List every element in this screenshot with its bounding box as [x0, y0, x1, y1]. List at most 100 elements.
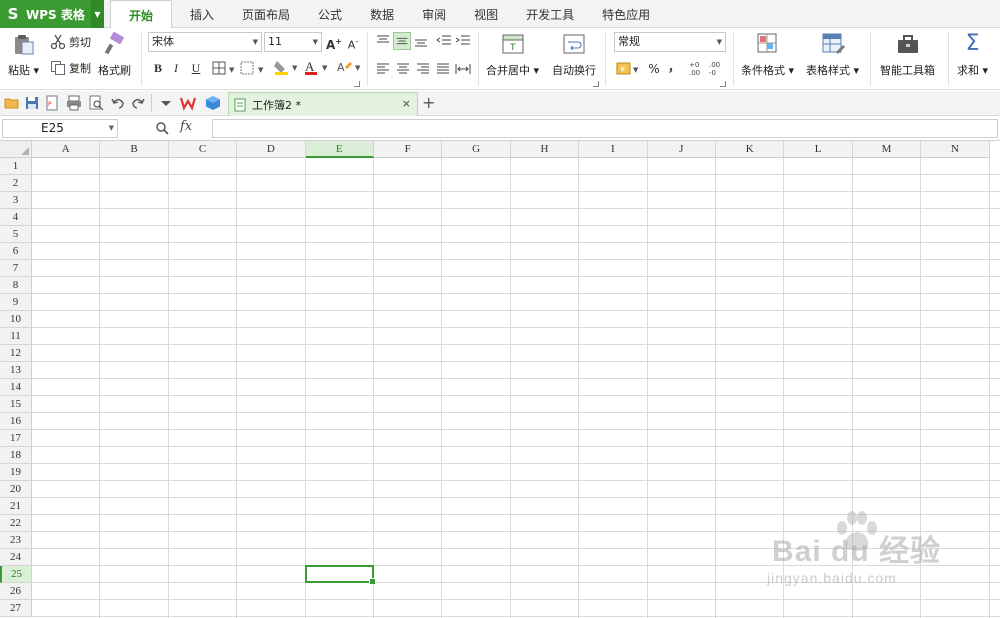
- increase-indent-icon[interactable]: [455, 34, 471, 48]
- row-header[interactable]: 2: [0, 175, 32, 192]
- currency-icon[interactable]: ¥ ▼: [616, 60, 642, 78]
- format-painter-button[interactable]: 格式刷: [98, 32, 131, 78]
- document-tab[interactable]: 工作簿2 * ×: [228, 92, 418, 116]
- column-header[interactable]: I: [579, 141, 648, 158]
- column-header[interactable]: A: [32, 141, 101, 158]
- decrease-indent-icon[interactable]: [436, 34, 452, 48]
- paste-button[interactable]: 粘贴 ▾: [8, 32, 39, 78]
- cell-fill-pattern-icon[interactable]: ▼: [240, 61, 266, 75]
- table-style-button[interactable]: 表格样式 ▾: [806, 32, 859, 78]
- bold-button[interactable]: B: [150, 60, 166, 76]
- align-bottom-icon[interactable]: [413, 34, 429, 48]
- name-box[interactable]: E25 ▼: [2, 119, 118, 138]
- cloud-cube-icon[interactable]: [205, 95, 221, 111]
- row-header[interactable]: 8: [0, 277, 32, 294]
- row-header[interactable]: 20: [0, 481, 32, 498]
- app-menu-button[interactable]: S WPS 表格 ▼: [0, 0, 104, 28]
- column-header[interactable]: J: [647, 141, 716, 158]
- menu-tab[interactable]: 页面布局: [232, 0, 300, 28]
- font-size-select[interactable]: 11 ▼: [264, 32, 322, 52]
- font-dialog-launcher-icon[interactable]: [354, 81, 360, 87]
- sum-button[interactable]: Σ 求和 ▾: [957, 32, 988, 78]
- column-header[interactable]: N: [921, 141, 990, 158]
- font-shrink-button[interactable]: A-: [345, 34, 361, 52]
- row-header[interactable]: 24: [0, 549, 32, 566]
- align-middle-icon[interactable]: [393, 32, 411, 50]
- open-folder-icon[interactable]: [4, 95, 20, 111]
- redo-icon[interactable]: [130, 95, 146, 111]
- row-header[interactable]: 23: [0, 532, 32, 549]
- chevron-down-icon[interactable]: ▼: [109, 120, 114, 137]
- row-header[interactable]: 27: [0, 600, 32, 617]
- align-left-icon[interactable]: [375, 62, 391, 76]
- number-format-select[interactable]: 常规 ▼: [614, 32, 726, 52]
- merge-center-button[interactable]: T 合并居中 ▾: [486, 32, 539, 78]
- menu-tab[interactable]: 审阅: [412, 0, 456, 28]
- conditional-format-button[interactable]: 条件格式 ▾: [741, 32, 794, 78]
- column-header[interactable]: K: [716, 141, 785, 158]
- increase-decimal-icon[interactable]: +0.00: [688, 59, 706, 77]
- percent-button[interactable]: %: [646, 61, 662, 77]
- spreadsheet-grid[interactable]: A B C D E F G H I J K L M N 1 2 3 4 5 6 7 8 9 10 11 12 13 14 15 16 17 1…: [0, 141, 1000, 618]
- comma-button[interactable]: ，: [666, 59, 682, 75]
- row-header[interactable]: 12: [0, 345, 32, 362]
- fill-color-icon[interactable]: ▼: [274, 59, 300, 76]
- clear-format-icon[interactable]: A ▼: [336, 59, 362, 76]
- close-tab-icon[interactable]: ×: [402, 97, 411, 110]
- alignment-dialog-launcher-icon[interactable]: [593, 81, 599, 87]
- row-header[interactable]: 4: [0, 209, 32, 226]
- row-header[interactable]: 3: [0, 192, 32, 209]
- column-header[interactable]: F: [374, 141, 443, 158]
- decrease-decimal-icon[interactable]: .00-0: [708, 59, 726, 77]
- align-right-icon[interactable]: [415, 62, 431, 76]
- print-icon[interactable]: [66, 95, 82, 111]
- column-header[interactable]: C: [168, 141, 238, 158]
- save-icon[interactable]: [24, 95, 40, 111]
- wrap-text-button[interactable]: 自动换行: [552, 32, 596, 78]
- number-dialog-launcher-icon[interactable]: [720, 81, 726, 87]
- new-tab-button[interactable]: +: [422, 93, 435, 112]
- zoom-search-icon[interactable]: [155, 121, 169, 135]
- menu-tab[interactable]: 开发工具: [516, 0, 584, 28]
- undo-icon[interactable]: [110, 95, 126, 111]
- font-grow-button[interactable]: A+: [326, 34, 342, 52]
- row-header[interactable]: 9: [0, 294, 32, 311]
- row-header[interactable]: 6: [0, 243, 32, 260]
- smart-toolbox-button[interactable]: 智能工具箱: [880, 32, 935, 78]
- print-preview-icon[interactable]: [88, 95, 104, 111]
- app-menu-dropdown-icon[interactable]: ▼: [91, 0, 104, 28]
- row-header[interactable]: 10: [0, 311, 32, 328]
- row-header[interactable]: 19: [0, 464, 32, 481]
- formula-input[interactable]: [212, 119, 998, 138]
- row-header[interactable]: 25: [0, 566, 32, 583]
- column-header[interactable]: H: [510, 141, 580, 158]
- row-header[interactable]: 22: [0, 515, 32, 532]
- menu-tab[interactable]: 插入: [180, 0, 224, 28]
- customize-toolbar-icon[interactable]: [158, 95, 174, 111]
- column-header[interactable]: E: [305, 141, 374, 158]
- row-header[interactable]: 15: [0, 396, 32, 413]
- column-header[interactable]: B: [100, 141, 169, 158]
- menu-tab[interactable]: 视图: [464, 0, 508, 28]
- font-name-select[interactable]: 宋体 ▼: [148, 32, 262, 52]
- font-color-icon[interactable]: A ▼: [304, 59, 330, 76]
- active-cell[interactable]: [304, 565, 377, 585]
- column-header[interactable]: L: [784, 141, 853, 158]
- italic-button[interactable]: I: [168, 60, 184, 76]
- row-header[interactable]: 17: [0, 430, 32, 447]
- row-header[interactable]: 14: [0, 379, 32, 396]
- copy-button[interactable]: 复制: [50, 60, 91, 76]
- menu-tab[interactable]: 公式: [308, 0, 352, 28]
- row-header[interactable]: 26: [0, 583, 32, 600]
- row-header[interactable]: 13: [0, 362, 32, 379]
- row-header[interactable]: 5: [0, 226, 32, 243]
- row-header[interactable]: 21: [0, 498, 32, 515]
- row-header[interactable]: 16: [0, 413, 32, 430]
- row-header[interactable]: 7: [0, 260, 32, 277]
- border-icon[interactable]: ▼: [212, 61, 236, 75]
- justify-icon[interactable]: [435, 62, 451, 76]
- insert-function-button[interactable]: fx: [180, 119, 192, 134]
- underline-button[interactable]: U: [188, 60, 204, 76]
- wps-w-logo-icon[interactable]: [180, 95, 196, 111]
- row-header[interactable]: 18: [0, 447, 32, 464]
